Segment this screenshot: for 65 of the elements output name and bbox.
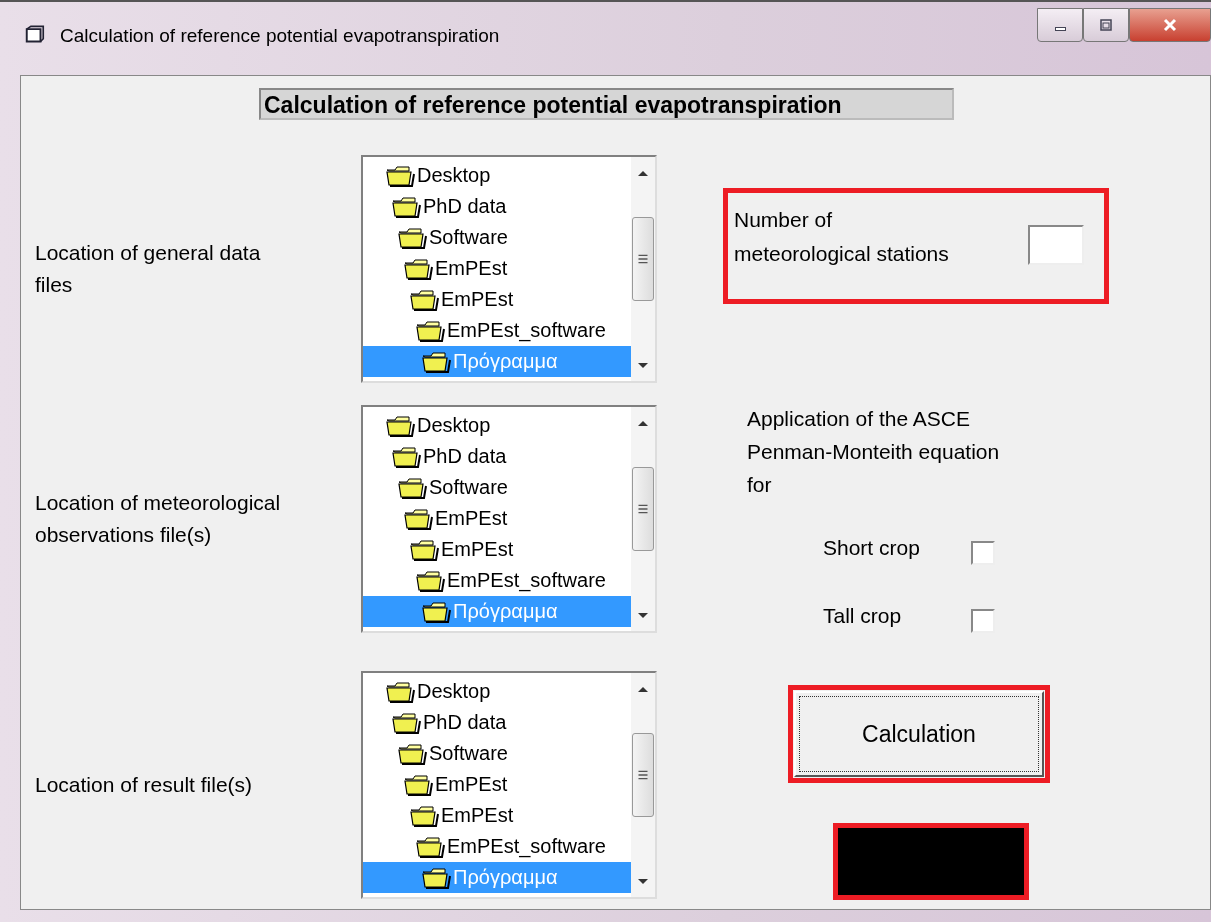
folder-item[interactable]: Desktop: [363, 160, 631, 191]
checkbox[interactable]: [971, 541, 995, 565]
scrollbar[interactable]: [631, 673, 655, 897]
folder-icon: [409, 804, 439, 827]
stations-label: Number of meteorological stations: [734, 207, 950, 267]
directory-list[interactable]: Desktop PhD data Software EmPEst EmPEst EmPEst_software Πρόγραμμα: [361, 405, 657, 633]
folder-item[interactable]: EmPEst: [363, 769, 631, 800]
directory-list[interactable]: Desktop PhD data Software EmPEst EmPEst EmPEst_software Πρόγραμμα: [361, 671, 657, 899]
equation-label: Application of the ASCE Penman-Monteith equation for: [747, 406, 1001, 498]
scroll-thumb[interactable]: [632, 467, 654, 551]
folder-icon: [403, 507, 433, 530]
folder-item[interactable]: Software: [363, 222, 631, 253]
folder-icon: [391, 195, 421, 218]
minimize-icon: [1054, 27, 1066, 31]
folder-icon: [403, 773, 433, 796]
window-title: Calculation of reference potential evapotranspiration: [60, 24, 500, 47]
close-button[interactable]: [1129, 8, 1211, 42]
folder-icon: [421, 866, 451, 889]
calculation-button[interactable]: Calculation: [794, 691, 1044, 777]
folder-icon: [397, 742, 427, 765]
scroll-thumb[interactable]: [632, 733, 654, 817]
folder-icon: [391, 445, 421, 468]
folder-icon: [397, 476, 427, 499]
folder-icon: [385, 414, 415, 437]
folder-icon: [409, 288, 439, 311]
checkbox[interactable]: [971, 609, 995, 633]
field-label: Location of result file(s): [35, 772, 254, 798]
checkbox-label: Tall crop: [823, 604, 903, 628]
form-heading: Calculation of reference potential evapotranspiration: [259, 88, 954, 120]
folder-icon: [391, 711, 421, 734]
folder-item[interactable]: Desktop: [363, 676, 631, 707]
folder-item[interactable]: EmPEst_software: [363, 831, 631, 862]
scrollbar[interactable]: [631, 407, 655, 631]
folder-item[interactable]: EmPEst: [363, 253, 631, 284]
folder-icon: [409, 538, 439, 561]
minimize-button[interactable]: [1037, 8, 1083, 42]
folder-item[interactable]: Software: [363, 472, 631, 503]
field-label: Location of meteorological observations file(s): [35, 490, 282, 548]
folder-item[interactable]: PhD data: [363, 707, 631, 738]
folder-item[interactable]: PhD data: [363, 441, 631, 472]
folder-icon: [415, 835, 445, 858]
folder-icon: [385, 680, 415, 703]
folder-icon: [421, 350, 451, 373]
folder-item[interactable]: Desktop: [363, 410, 631, 441]
stations-field[interactable]: [1028, 225, 1084, 265]
scroll-thumb[interactable]: [632, 217, 654, 301]
folder-item[interactable]: EmPEst: [363, 534, 631, 565]
maximize-button[interactable]: [1083, 8, 1129, 42]
folder-item[interactable]: EmPEst: [363, 800, 631, 831]
checkbox-label: Short crop: [823, 536, 921, 560]
folder-icon: [415, 569, 445, 592]
folder-icon: [385, 164, 415, 187]
folder-item[interactable]: PhD data: [363, 191, 631, 222]
folder-item[interactable]: EmPEst_software: [363, 315, 631, 346]
scrollbar[interactable]: [631, 157, 655, 381]
folder-icon: [397, 226, 427, 249]
folder-icon: [415, 319, 445, 342]
folder-item[interactable]: Software: [363, 738, 631, 769]
folder-icon: [403, 257, 433, 280]
field-label: Location of general data files: [35, 240, 262, 298]
directory-list[interactable]: Desktop PhD data Software EmPEst EmPEst EmPEst_software Πρόγραμμα: [361, 155, 657, 383]
folder-icon: [421, 600, 451, 623]
folder-item[interactable]: EmPEst: [363, 284, 631, 315]
folder-item[interactable]: EmPEst: [363, 503, 631, 534]
folder-item[interactable]: EmPEst_software: [363, 565, 631, 596]
